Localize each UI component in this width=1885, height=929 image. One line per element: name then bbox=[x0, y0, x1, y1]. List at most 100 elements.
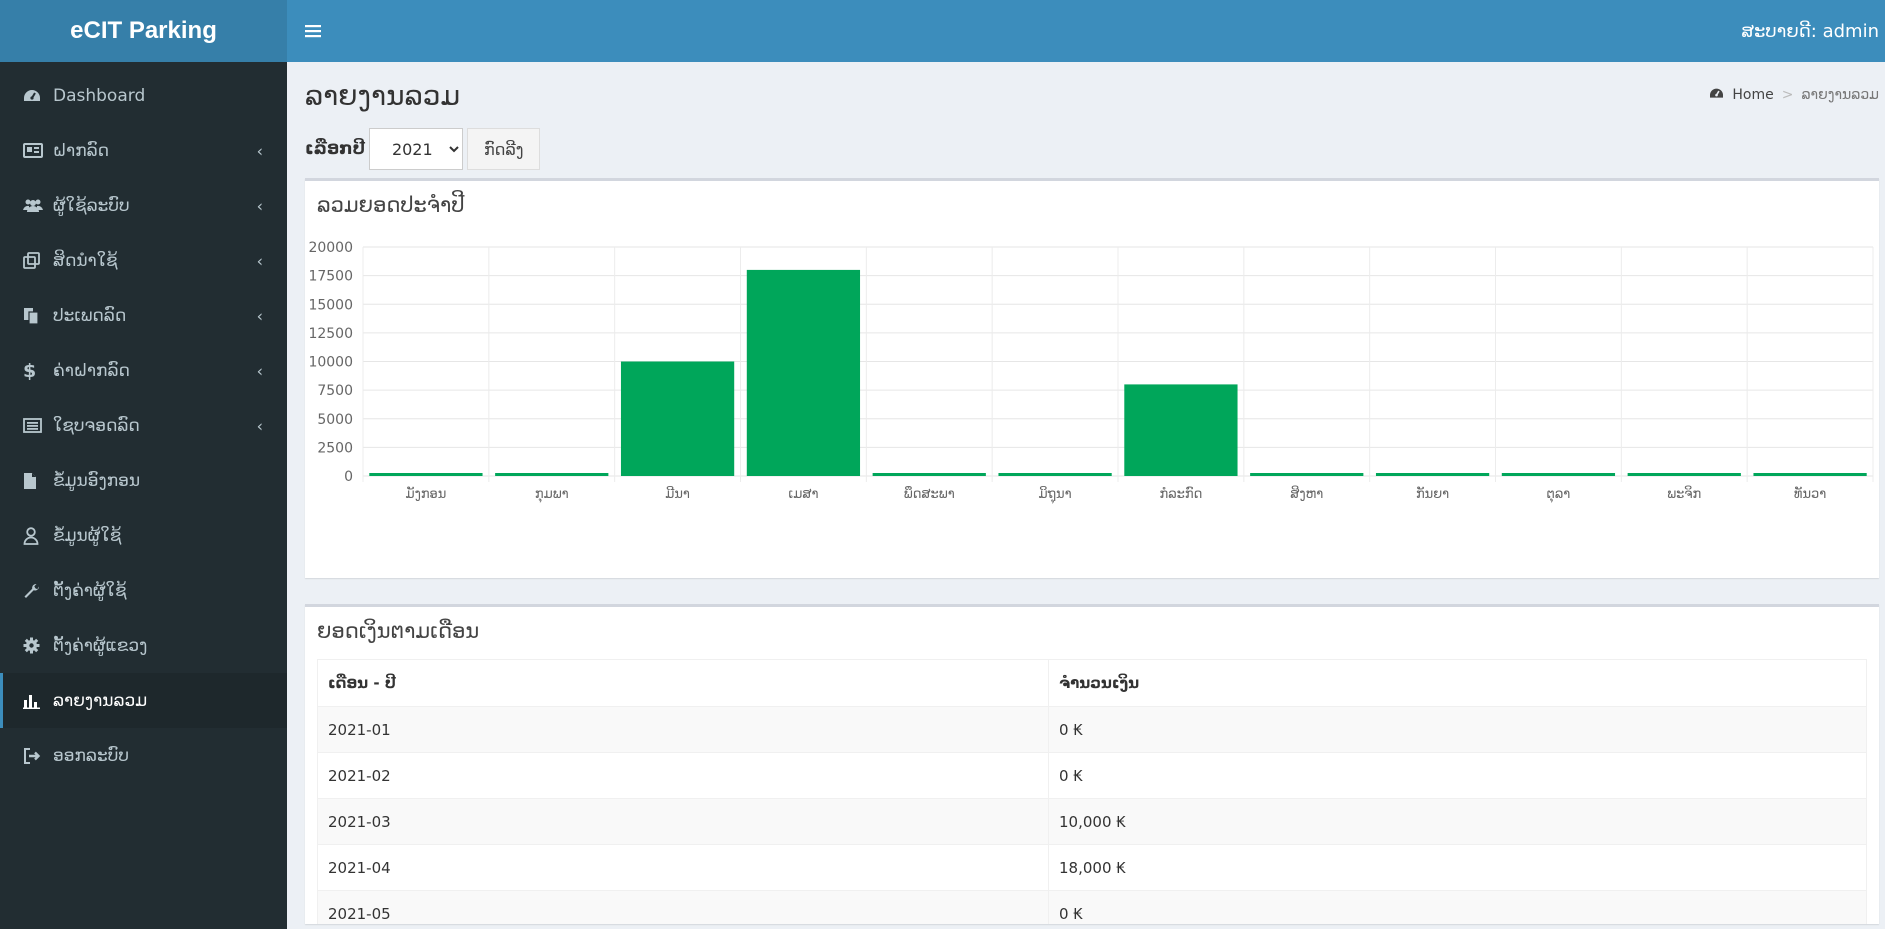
sidebar-item-label: Dashboard bbox=[53, 85, 146, 106]
column-header-month-year[interactable]: ເດືອນ - ປີ bbox=[317, 659, 1049, 707]
box-title: ລວມຍອດປະຈຳປີ bbox=[317, 193, 465, 217]
bar[interactable] bbox=[746, 269, 861, 476]
sidebar-item-organization[interactable]: ຂໍ້ມູນອົງກອນ bbox=[0, 453, 287, 508]
sidebar-item-users[interactable]: ຜູ້ໃຊ້ລະບົບ ‹ bbox=[0, 178, 287, 233]
y-axis-ticks: 0 2500 5000 7500 10000 12500 15000 17500 20000 bbox=[308, 240, 353, 485]
sidebar-item-label: ຂໍ້ມູນອົງກອນ bbox=[53, 470, 141, 491]
sidebar-item-label: ລາຍງານລວມ bbox=[53, 690, 148, 711]
bar[interactable] bbox=[1753, 473, 1867, 476]
y-tick-label: 15000 bbox=[308, 297, 353, 313]
table-cell-month: 2021-02 bbox=[317, 752, 1049, 799]
bar[interactable] bbox=[998, 473, 1112, 476]
x-tick-label: ພະຈິກ bbox=[1667, 486, 1701, 502]
column-header-amount[interactable]: ຈຳນວນເງິນ bbox=[1048, 659, 1867, 707]
yearly-total-box: ລວມຍອດປະຈຳປີ 0 2500 5000 7500 10000 12500 1500… bbox=[305, 178, 1879, 578]
sidebar-item-parking-slips[interactable]: ໃຊບຈອດລົດ ‹ bbox=[0, 398, 287, 453]
sidebar-item-label: ຝາກລົດ bbox=[53, 140, 110, 161]
user-greeting[interactable]: ສະບາຍດີ: admin bbox=[1741, 21, 1879, 42]
sign-out-icon bbox=[23, 747, 53, 764]
bar[interactable] bbox=[1250, 473, 1364, 476]
bar[interactable] bbox=[1501, 473, 1616, 476]
id-card-icon bbox=[23, 143, 53, 158]
x-tick-label: ມິຖຸນາ bbox=[1039, 486, 1072, 504]
check-button[interactable]: ກົດລີງ bbox=[466, 128, 541, 170]
monthly-amount-table: ເດືອນ - ປີ ຈຳນວນເງິນ 2021-01 0 ₭ 2021-02… bbox=[317, 659, 1867, 924]
bar[interactable] bbox=[369, 473, 483, 476]
box-title: ຍອດເງິນຕາມເດືອນ bbox=[317, 619, 480, 643]
app-logo[interactable]: eCIT Parking bbox=[0, 0, 287, 62]
chevron-left-icon: ‹ bbox=[256, 361, 263, 380]
x-tick-label: ສິງຫາ bbox=[1290, 486, 1323, 502]
sidebar-item-user-info[interactable]: ຂໍ້ມູນຜູ້ໃຊ້ bbox=[0, 508, 287, 563]
y-tick-label: 20000 bbox=[308, 240, 353, 256]
y-tick-label: 7500 bbox=[317, 383, 353, 399]
sidebar-item-label: ອອກລະບົບ bbox=[53, 745, 129, 766]
hamburger-menu-icon[interactable] bbox=[305, 19, 321, 44]
bar[interactable] bbox=[1627, 473, 1741, 476]
chevron-left-icon: ‹ bbox=[256, 306, 263, 325]
bar[interactable] bbox=[872, 473, 986, 476]
sidebar-item-label: ຂໍ້ມູນຜູ້ໃຊ້ bbox=[53, 525, 122, 546]
bar-chart-icon bbox=[23, 693, 53, 709]
dashboard-icon bbox=[1709, 87, 1724, 104]
table-cell-amount: 10,000 ₭ bbox=[1048, 798, 1867, 845]
wrench-icon bbox=[23, 582, 53, 600]
table-header-row: ເດືອນ - ປີ ຈຳນວນເງິນ bbox=[317, 659, 1867, 707]
monthly-bar-chart: 0 2500 5000 7500 10000 12500 15000 17500 20000 ມ… bbox=[308, 240, 1874, 505]
page-title: ລາຍງານລວມ bbox=[305, 78, 461, 112]
sidebar-item-reports[interactable]: ລາຍງານລວມ bbox=[0, 673, 287, 728]
x-tick-label: ກຸມພາ bbox=[535, 487, 569, 503]
sidebar-menu: Dashboard ຝາກລົດ ‹ ຜູ້ໃຊ້ລະບົບ ‹ ສິດນຳໃຊ… bbox=[0, 62, 287, 783]
sidebar-item-user-settings[interactable]: ຕັ້ງຄ່າຜູ້ໃຊ້ bbox=[0, 563, 287, 618]
table-cell-month: 2021-05 bbox=[317, 890, 1049, 924]
table-cell-amount: 18,000 ₭ bbox=[1048, 844, 1867, 891]
x-tick-label: ມີນາ bbox=[665, 486, 690, 502]
chevron-left-icon: ‹ bbox=[256, 416, 263, 435]
main-content: ລາຍງານລວມ Home > ລາຍງານລວມ ເລືອກປີ 2021 … bbox=[287, 62, 1885, 929]
user-icon bbox=[23, 526, 53, 545]
table-row: 2021-01 0 ₭ bbox=[317, 706, 1867, 753]
table-row: 2021-02 0 ₭ bbox=[317, 752, 1867, 799]
bar[interactable] bbox=[1124, 384, 1238, 476]
year-filter-label: ເລືອກປີ bbox=[305, 139, 365, 159]
sidebar-item-province-settings[interactable]: ຕັ້ງຄ່າຜູ້ແຂວງ bbox=[0, 618, 287, 673]
y-tick-label: 10000 bbox=[308, 355, 353, 371]
sidebar-item-vehicle-types[interactable]: ປະເພດລົດ ‹ bbox=[0, 288, 287, 343]
table-row: 2021-05 0 ₭ bbox=[317, 890, 1867, 924]
gear-icon bbox=[23, 637, 53, 654]
x-tick-label: ມັງກອນ bbox=[405, 487, 446, 502]
sidebar-item-logout[interactable]: ອອກລະບົບ bbox=[0, 728, 287, 783]
sidebar-item-fees[interactable]: $ ຄ່າຝາກລົດ ‹ bbox=[0, 343, 287, 398]
table-cell-amount: 0 ₭ bbox=[1048, 890, 1867, 924]
table-row: 2021-03 10,000 ₭ bbox=[317, 798, 1867, 845]
content-header: ລາຍງານລວມ Home > ລາຍງານລວມ bbox=[305, 62, 1885, 128]
top-navbar: ສະບາຍດີ: admin bbox=[287, 0, 1885, 62]
sidebar-item-permissions[interactable]: ສິດນຳໃຊ້ ‹ bbox=[0, 233, 287, 288]
x-tick-label: ທັນວາ bbox=[1794, 487, 1826, 502]
sidebar-item-parking[interactable]: ຝາກລົດ ‹ bbox=[0, 123, 287, 178]
table-cell-month: 2021-04 bbox=[317, 844, 1049, 891]
sidebar-item-label: ຕັ້ງຄ່າຜູ້ແຂວງ bbox=[53, 635, 148, 656]
year-select[interactable]: 2021 bbox=[368, 128, 463, 170]
table-row: 2021-04 18,000 ₭ bbox=[317, 844, 1867, 891]
bar[interactable] bbox=[495, 473, 609, 476]
sidebar-item-label: ຜູ້ໃຊ້ລະບົບ bbox=[53, 195, 130, 216]
bar[interactable] bbox=[620, 361, 735, 477]
bar[interactable] bbox=[1375, 473, 1490, 476]
y-tick-label: 5000 bbox=[317, 412, 353, 428]
chevron-left-icon: ‹ bbox=[256, 196, 263, 215]
x-tick-label: ກໍລະກົດ bbox=[1160, 487, 1203, 502]
file-icon bbox=[23, 472, 53, 490]
y-tick-label: 12500 bbox=[308, 326, 353, 342]
sidebar-item-dashboard[interactable]: Dashboard bbox=[0, 68, 287, 123]
year-filter: ເລືອກປີ 2021 ກົດລີງ bbox=[305, 128, 1885, 170]
x-axis-ticks: ມັງກອນ ກຸມພາ ມີນາ ເມສາ ພຶດສະພາ ມິຖຸນາ ກໍລະກົດ ສ… bbox=[405, 486, 1826, 505]
x-tick-label: ພຶດສະພາ bbox=[904, 486, 955, 502]
x-tick-label: ຕຸລາ bbox=[1547, 487, 1571, 503]
sidebar-item-label: ໃຊບຈອດລົດ bbox=[53, 415, 140, 436]
table-cell-amount: 0 ₭ bbox=[1048, 706, 1867, 753]
breadcrumb-home-link[interactable]: Home bbox=[1732, 87, 1773, 103]
table-cell-month: 2021-01 bbox=[317, 706, 1049, 753]
copy-icon bbox=[23, 307, 53, 325]
sidebar-item-label: ຄ່າຝາກລົດ bbox=[53, 360, 130, 381]
